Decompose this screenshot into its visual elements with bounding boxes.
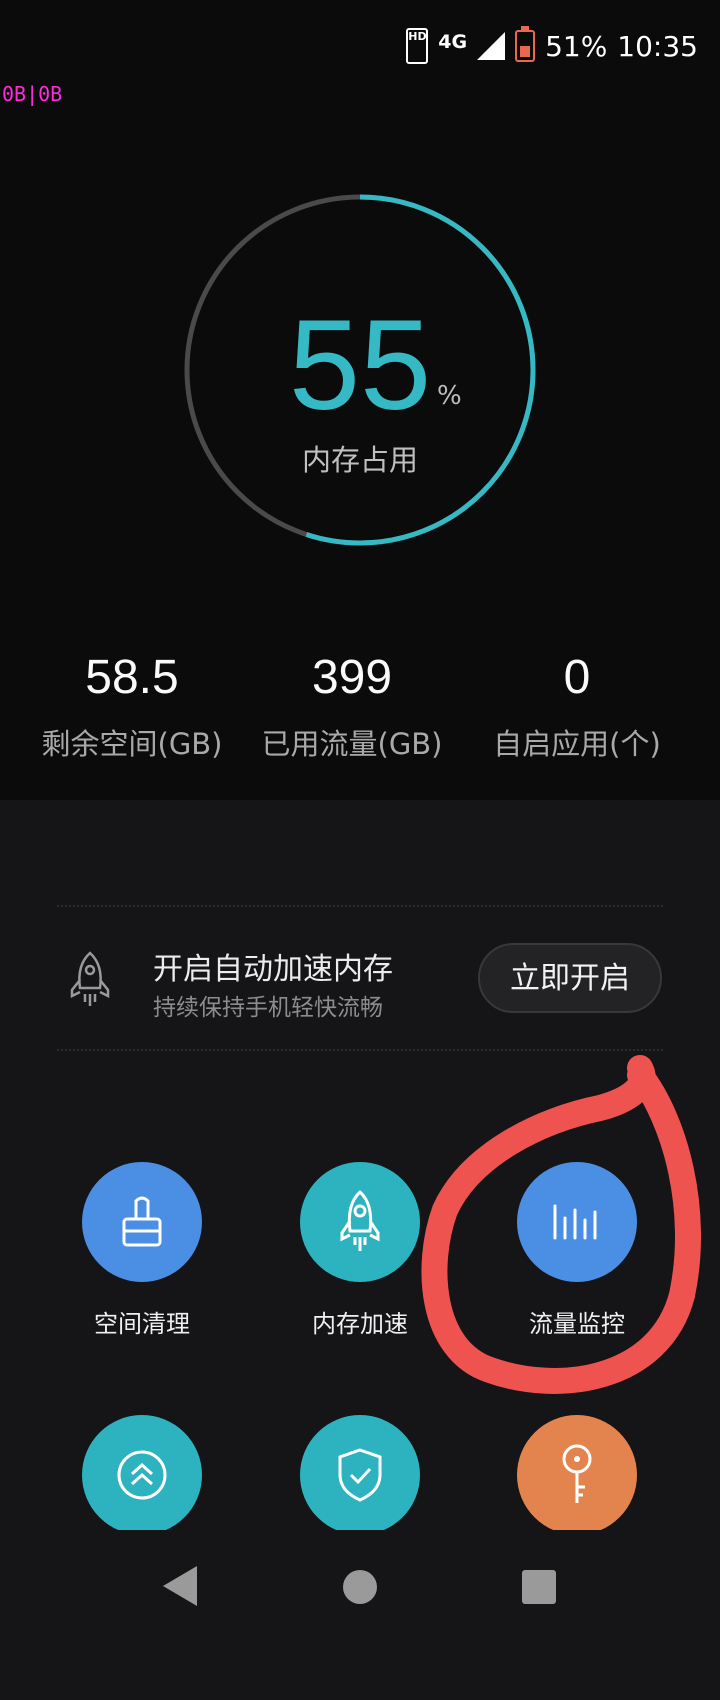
memory-gauge[interactable]: 55 % 内存占用 (175, 185, 545, 555)
memory-usage-label: 内存占用 (301, 443, 418, 477)
tool-memory-boost[interactable]: 内存加速 (250, 1162, 470, 1339)
home-icon[interactable] (343, 1570, 377, 1604)
stat-data-used[interactable]: 399 已用流量(GB) (242, 650, 462, 763)
network-type: 4G (438, 31, 468, 53)
recents-icon[interactable] (522, 1570, 556, 1604)
divider (57, 1049, 663, 1051)
battery-icon (515, 26, 536, 62)
tool-label: 空间清理 (94, 1310, 190, 1338)
clock: 10:35 (617, 29, 698, 63)
tool-icon-circle (82, 1162, 202, 1282)
navigation-bar (0, 1530, 720, 1640)
promo-title: 开启自动加速内存 (153, 952, 393, 987)
tool-icon-circle (82, 1415, 202, 1535)
stat-value: 0 (563, 651, 591, 704)
memory-usage-value: 55 (288, 294, 432, 437)
tool-speedup[interactable] (32, 1415, 252, 1535)
tool-traffic-monitor[interactable]: 流量监控 (467, 1162, 687, 1339)
promo-subtitle: 持续保持手机轻快流畅 (153, 995, 383, 1021)
tool-icon-circle (517, 1415, 637, 1535)
double-chevron-up-icon (117, 1450, 167, 1500)
back-icon[interactable] (163, 1566, 197, 1606)
stat-autostart-apps[interactable]: 0 自启应用(个) (462, 650, 692, 763)
shield-check-icon (338, 1448, 382, 1502)
debug-overlay: 0B|0B (2, 82, 63, 106)
panel-curve (0, 805, 720, 850)
brush-icon (122, 1196, 162, 1247)
hd-voice-icon: HD (406, 28, 429, 64)
divider (57, 905, 663, 907)
tool-icon-circle (300, 1415, 420, 1535)
signal-icon (477, 32, 506, 60)
tool-icon-circle (517, 1162, 637, 1282)
stat-value: 399 (311, 651, 393, 704)
tool-permissions[interactable] (467, 1415, 687, 1535)
key-icon (562, 1444, 592, 1503)
stat-label: 自启应用(个) (493, 727, 661, 761)
percent-unit: % (437, 381, 462, 411)
battery-percent: 51% (545, 29, 608, 63)
rocket-icon (340, 1189, 380, 1251)
stat-value: 58.5 (85, 651, 179, 704)
tool-space-cleanup[interactable]: 空间清理 (32, 1162, 252, 1339)
stats-row: 58.5 剩余空间(GB) 399 已用流量(GB) 0 自启应用(个) (0, 650, 720, 763)
bar-chart-icon (553, 1204, 597, 1240)
rocket-icon (70, 951, 110, 1006)
status-bar: HD 4G 51% 10:35 (0, 0, 720, 90)
stat-label: 已用流量(GB) (261, 727, 443, 761)
tool-label: 流量监控 (529, 1310, 625, 1338)
tool-label: 内存加速 (312, 1310, 408, 1338)
stat-free-space[interactable]: 58.5 剩余空间(GB) (22, 650, 242, 763)
stat-label: 剩余空间(GB) (41, 727, 223, 761)
tool-icon-circle (300, 1162, 420, 1282)
enable-now-button[interactable]: 立即开启 (478, 943, 662, 1013)
tool-security[interactable] (250, 1415, 470, 1535)
